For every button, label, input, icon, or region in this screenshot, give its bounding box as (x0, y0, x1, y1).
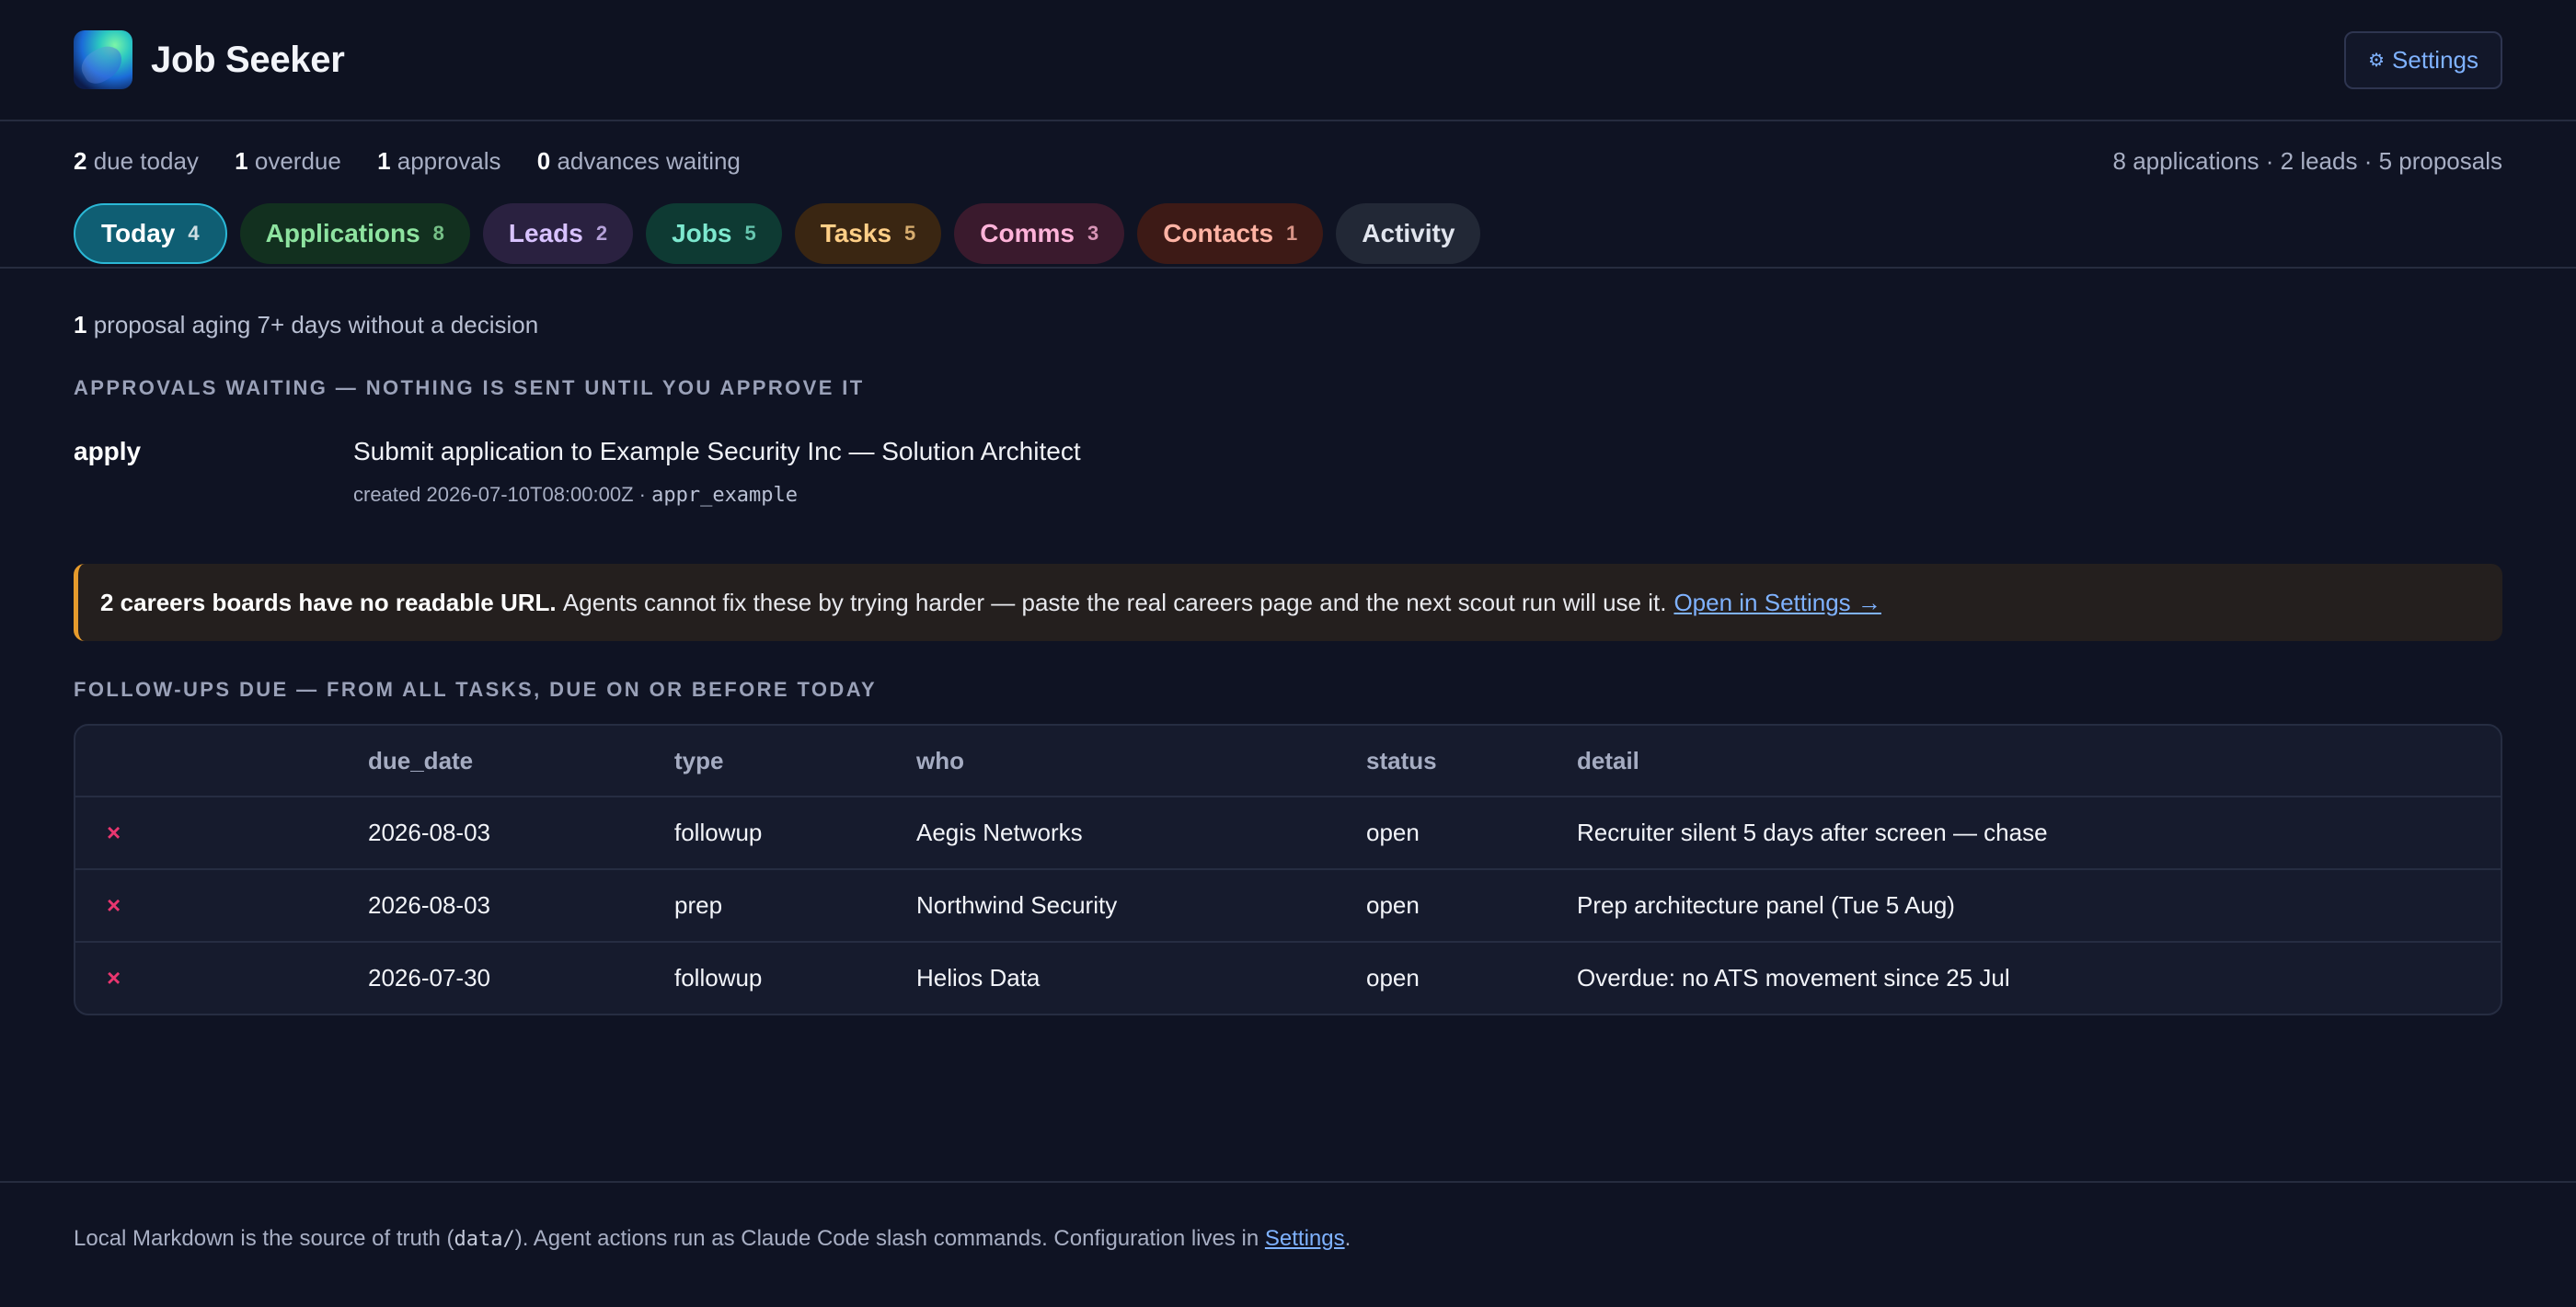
due-today-count: 2 due today (74, 147, 199, 175)
approval-meta: created 2026-07-10T08:00:00Z · appr_exam… (353, 483, 799, 507)
approval-id: appr_example (651, 484, 799, 507)
footer-divider (0, 1181, 2576, 1183)
footer: Local Markdown is the source of truth (d… (74, 1226, 1351, 1251)
tab-comms[interactable]: Comms 3 (954, 203, 1125, 264)
data-dir-code: data/ (454, 1228, 515, 1251)
aging-notice: 1 proposal aging 7+ days without a decis… (74, 311, 539, 338)
approvals-heading: Approvals waiting — nothing is sent unti… (74, 376, 865, 399)
app-header: Job Seeker ⚙ Settings (0, 0, 2576, 121)
warning-text: Agents cannot fix these by trying harder… (562, 588, 1667, 616)
table-header: due_date type who status detail (75, 726, 2501, 796)
approval-body: Submit application to Example Security I… (353, 437, 1081, 507)
tab-count: 2 (595, 222, 608, 245)
col-header-detail: detail (1577, 746, 1639, 774)
table-row: × 2026-08-03 followup Aegis Networks ope… (75, 796, 2501, 868)
col-header-who: who (916, 746, 964, 774)
tab-count: 5 (744, 222, 756, 245)
warning-headline: 2 careers boards have no readable URL. (100, 588, 557, 616)
cell-status: open (1366, 964, 1420, 992)
settings-button[interactable]: ⚙ Settings (2344, 30, 2502, 89)
cell-status: open (1366, 819, 1420, 846)
approval-kind: apply (74, 437, 142, 465)
summary-totals: 8 applications · 2 leads · 5 proposals (2112, 147, 2502, 175)
careers-url-warning: 2 careers boards have no readable URL. A… (74, 564, 2502, 641)
open-settings-link[interactable]: Open in Settings → (1673, 589, 1880, 617)
footer-settings-link[interactable]: Settings (1265, 1226, 1345, 1251)
dismiss-icon[interactable]: × (107, 819, 121, 846)
tab-today[interactable]: Today 4 (74, 203, 227, 264)
gear-icon: ⚙ (2368, 50, 2386, 71)
tab-count: 4 (188, 222, 200, 245)
brand: Job Seeker (74, 30, 345, 89)
cell-type: prep (674, 891, 723, 919)
cell-due-date: 2026-08-03 (368, 891, 490, 919)
cell-who: Helios Data (916, 964, 1041, 992)
today-panel: 1 proposal aging 7+ days without a decis… (74, 269, 2502, 1015)
cell-due-date: 2026-08-03 (368, 819, 490, 846)
tab-bar: Today 4 Applications 8 Leads 2 Jobs 5 Tasks 5… (0, 203, 2576, 264)
advances-count: 0 advances waiting (536, 147, 741, 175)
cell-type: followup (674, 819, 763, 846)
cell-detail: Prep architecture panel (Tue 5 Aug) (1577, 891, 1955, 919)
followups-heading: Follow-ups due — from all tasks, due on … (74, 678, 878, 701)
cell-type: followup (674, 964, 763, 992)
dismiss-icon[interactable]: × (107, 891, 121, 919)
col-header-status: status (1366, 746, 1437, 774)
cell-detail: Overdue: no ATS movement since 25 Jul (1577, 964, 2010, 992)
col-header-due-date: due_date (368, 746, 474, 774)
tab-tasks[interactable]: Tasks 5 (794, 203, 942, 264)
tab-leads[interactable]: Leads 2 (482, 203, 634, 264)
overdue-count: 1 overdue (235, 147, 341, 175)
dismiss-icon[interactable]: × (107, 964, 121, 992)
tab-count: 5 (904, 222, 916, 245)
summary-counts: 2 due today 1 overdue 1 approvals 0 adva… (74, 147, 770, 176)
settings-button-label: Settings (2392, 45, 2478, 74)
tab-count: 3 (1087, 222, 1099, 245)
cell-status: open (1366, 891, 1420, 919)
col-header-type: type (674, 746, 724, 774)
tab-jobs[interactable]: Jobs 5 (646, 203, 782, 264)
tab-activity[interactable]: Activity (1336, 203, 1481, 264)
approval-item[interactable]: apply Submit application to Example Secu… (74, 437, 2502, 507)
tab-count: 1 (1286, 222, 1298, 245)
tab-applications[interactable]: Applications 8 (239, 203, 470, 264)
followups-table: due_date type who status detail × 2026-0… (74, 724, 2502, 1015)
cell-due-date: 2026-07-30 (368, 964, 490, 992)
cell-who: Northwind Security (916, 891, 1118, 919)
cell-detail: Recruiter silent 5 days after screen — c… (1577, 819, 2048, 846)
tab-contacts[interactable]: Contacts 1 (1137, 203, 1324, 264)
approvals-count: 1 approvals (377, 147, 501, 175)
tab-count: 8 (432, 222, 444, 245)
app-logo (74, 30, 132, 89)
table-row: × 2026-08-03 prep Northwind Security ope… (75, 868, 2501, 941)
table-row: × 2026-07-30 followup Helios Data open O… (75, 941, 2501, 1014)
cell-who: Aegis Networks (916, 819, 1083, 846)
summary-bar: 2 due today 1 overdue 1 approvals 0 adva… (0, 147, 2576, 176)
approval-summary: Submit application to Example Security I… (353, 437, 1081, 465)
app-title: Job Seeker (151, 39, 345, 80)
